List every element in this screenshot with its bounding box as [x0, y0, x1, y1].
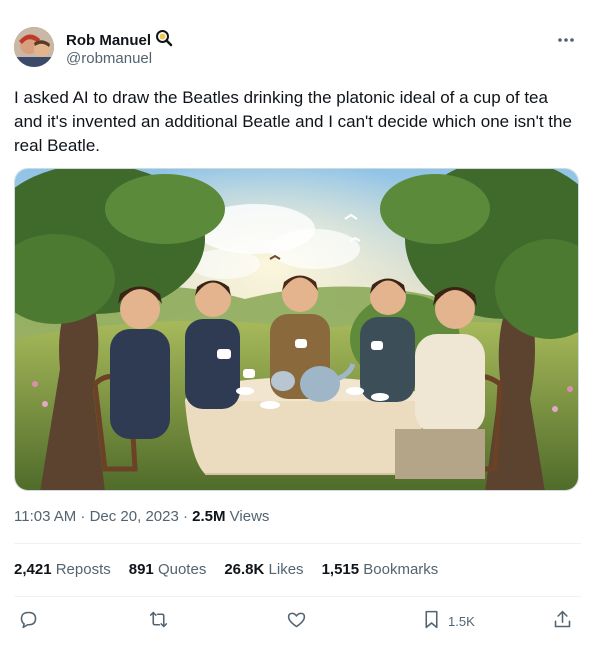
author-handle[interactable]: @robmanuel [66, 50, 152, 67]
bookmarks-label: Bookmarks [363, 561, 439, 578]
repost-icon [148, 609, 169, 633]
action-bar: 1.5K [14, 606, 581, 636]
likes-stat[interactable]: 26.8K Likes [224, 561, 303, 578]
divider [14, 543, 581, 544]
quotes-label: Quotes [157, 561, 207, 578]
heart-icon [286, 609, 307, 633]
views-count: 2.5M [192, 508, 226, 525]
reply-icon [18, 609, 39, 633]
repost-button[interactable] [148, 606, 169, 636]
share-icon [552, 609, 573, 633]
bookmark-icon [421, 609, 442, 633]
views-label: Views [225, 508, 270, 525]
tweet-meta: 11:03 AM · Dec 20, 2023 · 2.5M Views [14, 508, 269, 525]
magnifier-emoji-icon [155, 29, 173, 52]
timestamp-link[interactable]: 11:03 AM · Dec 20, 2023 · [14, 508, 192, 525]
like-button[interactable] [286, 606, 307, 636]
author-name-row: Rob Manuel [66, 29, 173, 52]
divider [14, 596, 581, 597]
engagement-stats: 2,421 Reposts 891 Quotes 26.8K Likes 1,5… [14, 561, 456, 578]
share-button[interactable] [552, 606, 573, 636]
tweet-text: I asked AI to draw the Beatles drinking … [14, 88, 577, 155]
quotes-stat[interactable]: 891 Quotes [129, 561, 207, 578]
likes-label: Likes [268, 561, 304, 578]
tweet-header: Rob Manuel @robmanuel [14, 27, 581, 71]
bookmarks-stat[interactable]: 1,515 Bookmarks [322, 561, 439, 578]
quotes-count: 891 [128, 561, 154, 578]
bookmarks-count: 1,515 [321, 561, 360, 578]
reposts-stat[interactable]: 2,421 Reposts [14, 561, 111, 578]
reposts-label: Reposts [55, 561, 111, 578]
author-display-name[interactable]: Rob Manuel [66, 32, 151, 49]
tweet-image[interactable] [14, 168, 579, 491]
bookmark-count: 1.5K [448, 613, 475, 629]
more-options-icon[interactable] [555, 29, 577, 51]
reposts-count: 2,421 [14, 561, 52, 578]
bookmark-button[interactable]: 1.5K [421, 606, 475, 636]
likes-count: 26.8K [224, 561, 265, 578]
reply-button[interactable] [18, 606, 39, 636]
avatar[interactable] [14, 27, 54, 67]
